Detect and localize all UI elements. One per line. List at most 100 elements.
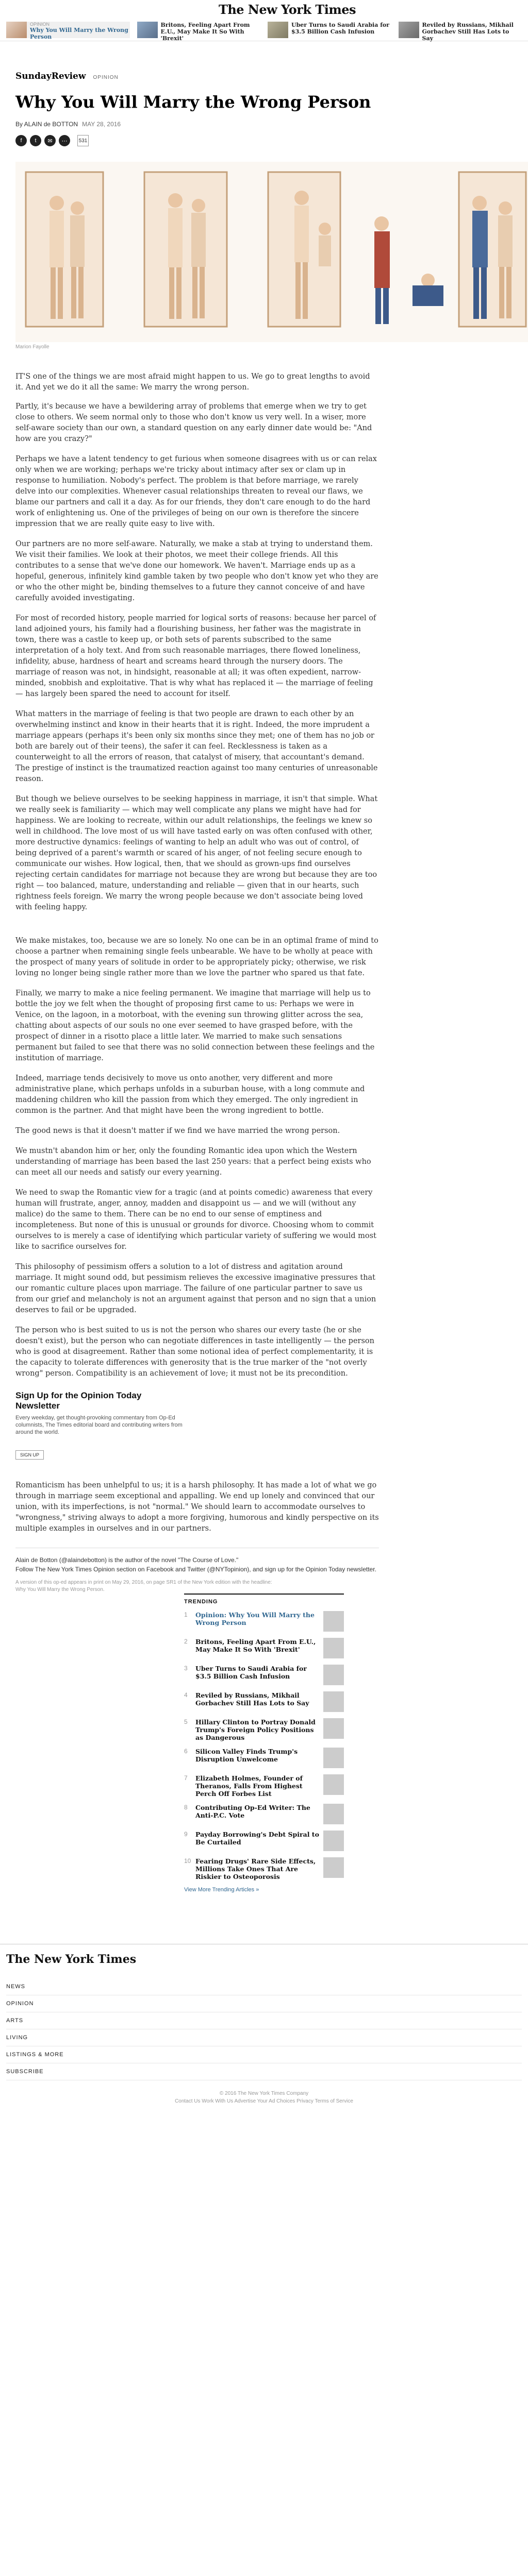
author[interactable]: By ALAIN de BOTTON xyxy=(15,121,78,128)
footer: The New York Times NEWS OPINION ARTS LIV… xyxy=(0,1944,528,2109)
share-tools: f t ✉ ⋯ 531 xyxy=(15,135,397,146)
trending-rank: 10 xyxy=(184,1857,191,1865)
tile-title: Uber Turns to Saudi Arabia for $3.5 Bill… xyxy=(291,22,390,35)
facebook-icon[interactable]: f xyxy=(15,135,27,146)
trending-thumbnail xyxy=(323,1857,344,1878)
article-body: IT'S one of the things we are most afrai… xyxy=(15,371,379,1534)
trending-thumbnail xyxy=(323,1638,344,1658)
trending-item[interactable]: 3 Uber Turns to Saudi Arabia for $3.5 Bil… xyxy=(184,1665,344,1685)
trending-thumbnail xyxy=(323,1611,344,1632)
trending-rank: 1 xyxy=(184,1611,188,1618)
trending-thumbnail xyxy=(323,1691,344,1712)
paragraph: We make mistakes, too, because we are so… xyxy=(15,937,378,977)
newsletter-promo: Sign Up for the Opinion Today Newsletter… xyxy=(15,1391,186,1460)
paragraph: Finally, we marry to make a nice feeling… xyxy=(15,989,375,1062)
trending-rank: 8 xyxy=(184,1804,188,1811)
trending-wrap: TRENDING 1 Opinion: Why You Will Marry th… xyxy=(0,1594,528,1934)
lead-illustration xyxy=(15,162,528,342)
trending-tile[interactable]: Britons, Feeling Apart From E.U., May Ma… xyxy=(137,22,261,42)
twitter-icon[interactable]: t xyxy=(30,135,41,146)
tile-thumbnail xyxy=(6,22,27,38)
trending-thumbnail xyxy=(323,1718,344,1739)
trending-rank: 7 xyxy=(184,1774,188,1782)
trending-item[interactable]: 1 Opinion: Why You Will Marry the Wrong P… xyxy=(184,1611,344,1632)
paragraph: This philosophy of pessimism offers a so… xyxy=(15,1263,376,1314)
footer-links[interactable]: Contact Us Work With Us Advertise Your A… xyxy=(6,2098,522,2104)
paragraph: Partly, it's because we have a bewilderi… xyxy=(15,402,372,443)
footer-nav-listings[interactable]: LISTINGS & MORE xyxy=(6,2046,522,2063)
footer-logo[interactable]: The New York Times xyxy=(6,1953,522,1966)
paragraph: IT'S one of the things we are most afrai… xyxy=(15,372,370,392)
signup-button[interactable]: Sign Up xyxy=(15,1450,44,1460)
email-icon[interactable]: ✉ xyxy=(44,135,56,146)
trending-title: Payday Borrowing's Debt Spiral to Be Cur… xyxy=(195,1831,319,1846)
footer-nav-arts[interactable]: ARTS xyxy=(6,2012,522,2029)
byline: By ALAIN de BOTTON MAY 28, 2016 xyxy=(15,121,397,128)
trending-tile[interactable]: Reviled by Russians, Mikhail Gorbachev S… xyxy=(398,22,522,42)
tile-kicker: OPINION xyxy=(30,22,50,27)
section-kicker[interactable]: OPINION xyxy=(93,75,119,80)
trending-thumbnail xyxy=(323,1748,344,1768)
trending-tile[interactable]: OPINION Why You Will Marry the Wrong Pers… xyxy=(6,22,130,40)
trending-item[interactable]: 6 Silicon Valley Finds Trump's Disruption… xyxy=(184,1748,344,1768)
trending-tile[interactable]: Uber Turns to Saudi Arabia for $3.5 Bill… xyxy=(268,22,391,38)
paragraph: Romanticism has been unhelpful to us; it… xyxy=(15,1481,379,1533)
article: SundayReview OPINION Why You Will Marry … xyxy=(15,71,528,1594)
trending-title: Hillary Clinton to Portray Donald Trump'… xyxy=(195,1718,316,1741)
paragraph: For most of recorded history, people mar… xyxy=(15,614,376,698)
footer-nav-living[interactable]: LIVING xyxy=(6,2029,522,2046)
trending-rank: 5 xyxy=(184,1718,188,1725)
section-row: SundayReview OPINION xyxy=(15,71,397,81)
trending-heading: TRENDING xyxy=(184,1599,218,1605)
trending-thumbnail xyxy=(323,1774,344,1795)
trending-item[interactable]: 7 Elizabeth Holmes, Founder of Theranos, … xyxy=(184,1774,344,1798)
headline: Why You Will Marry the Wrong Person xyxy=(15,92,371,112)
view-more-trending-link[interactable]: View More Trending Articles » xyxy=(184,1887,344,1893)
paragraph: The person who is best suited to us is n… xyxy=(15,1326,374,1378)
trending-tiles: OPINION Why You Will Marry the Wrong Pers… xyxy=(6,22,522,42)
trending-thumbnail xyxy=(323,1804,344,1824)
paragraph: We need to swap the Romantic view for a … xyxy=(15,1189,376,1251)
copyright-text: © 2016 The New York Times Company xyxy=(219,2091,309,2096)
trending-rank: 3 xyxy=(184,1665,188,1672)
tile-title: Britons, Feeling Apart From E.U., May Ma… xyxy=(160,22,250,42)
footer-nav-news[interactable]: NEWS xyxy=(6,1978,522,1995)
trending-item[interactable]: 8 Contributing Op-Ed Writer: The Anti-P.C… xyxy=(184,1804,344,1824)
section-name[interactable]: SundayReview xyxy=(15,71,86,81)
paragraph: Perhaps we have a latent tendency to get… xyxy=(15,455,377,528)
paragraph: What matters in the marriage of feeling … xyxy=(15,710,378,783)
more-icon[interactable]: ⋯ xyxy=(59,135,70,146)
paragraph: We mustn't abandon him or her, only the … xyxy=(15,1147,371,1177)
paragraph: Indeed, marriage tends decisively to mov… xyxy=(15,1074,365,1115)
nyt-logo[interactable]: The New York Times xyxy=(219,2,356,17)
trending-rank: 4 xyxy=(184,1691,188,1699)
trending-item[interactable]: 2 Britons, Feeling Apart From E.U., May M… xyxy=(184,1638,344,1658)
trending-title: Elizabeth Holmes, Founder of Theranos, F… xyxy=(195,1774,303,1798)
trending-item[interactable]: 10 Fearing Drugs' Rare Side Effects, Mill… xyxy=(184,1857,344,1880)
trending-title: Opinion: Why You Will Marry the Wrong Pe… xyxy=(195,1611,315,1626)
footer-nav-subscribe[interactable]: SUBSCRIBE xyxy=(6,2063,522,2080)
bio-text: Alain de Botton (@alaindebotton) is the … xyxy=(15,1556,239,1564)
publish-date: MAY 28, 2016 xyxy=(82,121,121,128)
trending-item[interactable]: 4 Reviled by Russians, Mikhail Gorbachev … xyxy=(184,1691,344,1712)
follow-text: Follow The New York Times Opinion sectio… xyxy=(15,1566,376,1573)
trending-title: Britons, Feeling Apart From E.U., May Ma… xyxy=(195,1638,316,1653)
author-bio: Alain de Botton (@alaindebotton) is the … xyxy=(15,1548,379,1574)
trending-title: Silicon Valley Finds Trump's Disruption … xyxy=(195,1748,298,1763)
trending-item[interactable]: 9 Payday Borrowing's Debt Spiral to Be Cu… xyxy=(184,1831,344,1851)
trending-item[interactable]: 5 Hillary Clinton to Portray Donald Trump… xyxy=(184,1718,344,1741)
trending-title: Contributing Op-Ed Writer: The Anti-P.C.… xyxy=(195,1804,310,1819)
trending-rank: 2 xyxy=(184,1638,188,1645)
illustration-svg xyxy=(15,162,528,342)
comments-count[interactable]: 531 xyxy=(77,135,89,146)
paragraph: But though we believe ourselves to be se… xyxy=(15,795,378,911)
trending-thumbnail xyxy=(323,1831,344,1851)
tile-title: Why You Will Marry the Wrong Person xyxy=(30,27,128,40)
paragraph: Our partners are no more self-aware. Nat… xyxy=(15,540,378,602)
trending-thumbnail xyxy=(323,1665,344,1685)
footer-nav-opinion[interactable]: OPINION xyxy=(6,1995,522,2012)
newsletter-description: Every weekday, get thought-provoking com… xyxy=(15,1415,183,1435)
trending-rank: 6 xyxy=(184,1748,188,1755)
tile-thumbnail xyxy=(137,22,158,38)
